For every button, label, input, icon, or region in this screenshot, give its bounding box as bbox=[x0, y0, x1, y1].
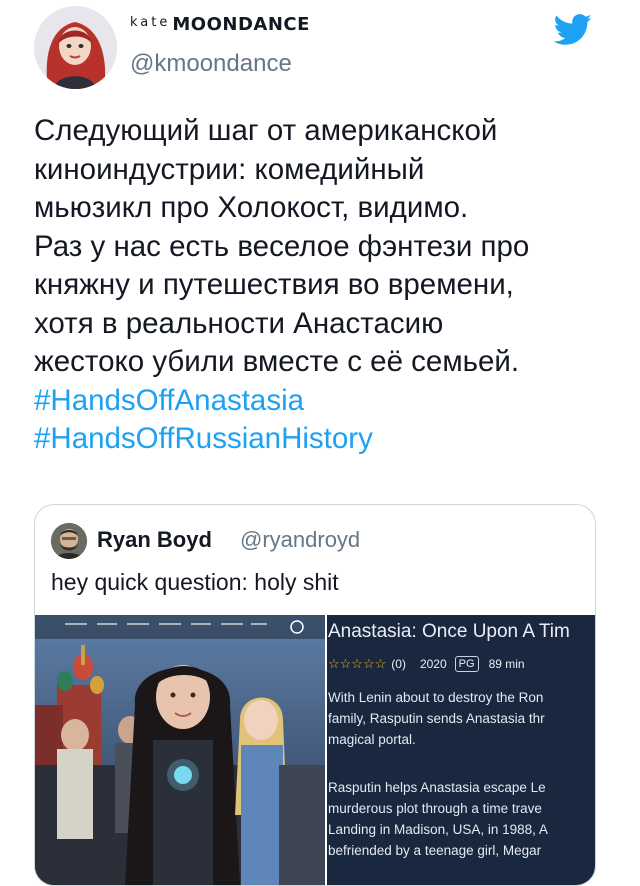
author-avatar[interactable] bbox=[34, 6, 117, 89]
movie-poster-image[interactable] bbox=[35, 615, 325, 885]
movie-description-1: With Lenin about to destroy the Ron fami… bbox=[328, 687, 595, 750]
release-year: 2020 bbox=[419, 657, 447, 671]
quoted-author-name[interactable]: Ryan Boyd bbox=[97, 527, 212, 553]
hashtag-link[interactable]: #HandsOffAnastasia bbox=[34, 382, 614, 421]
movie-description-2: Rasputin helps Anastasia escape Le murde… bbox=[328, 777, 595, 861]
star-rating-icon: ☆☆☆☆☆ bbox=[328, 656, 387, 671]
tweet-line: жестоко убили вместе с её семьей. bbox=[34, 345, 520, 378]
rating-count: (0) bbox=[391, 657, 406, 671]
author-handle[interactable]: @kmoondance bbox=[130, 50, 292, 78]
description-line: family, Rasputin sends Anastasia thr bbox=[328, 711, 545, 726]
description-line: magical portal. bbox=[328, 732, 416, 747]
movie-title[interactable]: Anastasia: Once Upon A Tim bbox=[328, 621, 570, 643]
author-display-name[interactable]: kate MOONDANCE bbox=[130, 14, 310, 35]
rating-badge: PG bbox=[454, 656, 479, 672]
tweet-line: мьюзикл про Холокост, видимо. bbox=[34, 191, 469, 224]
tweet-line: княжну и путешествия во времени, bbox=[34, 268, 514, 301]
movie-meta: ☆☆☆☆☆ (0) 2020 PG 89 min bbox=[328, 655, 525, 673]
tweet-line: киноиндустрии: комедийный bbox=[34, 152, 425, 186]
display-name-main: MOONDANCE bbox=[172, 14, 310, 35]
quoted-tweet[interactable]: Ryan Boyd @ryandroyd hey quick question:… bbox=[34, 504, 596, 886]
quoted-tweet-text: hey quick question: holy shit bbox=[51, 569, 339, 595]
quoted-author-handle[interactable]: @ryandroyd bbox=[240, 527, 360, 553]
quoted-author-avatar[interactable] bbox=[51, 523, 87, 559]
tweet-text: Следующий шаг от американской киноиндуст… bbox=[34, 112, 614, 459]
twitter-bird-icon[interactable] bbox=[553, 14, 593, 46]
description-line: Landing in Madison, USA, in 1988, A bbox=[328, 822, 548, 837]
description-line: With Lenin about to destroy the Ron bbox=[328, 690, 544, 705]
description-line: murderous plot through a time trave bbox=[328, 801, 542, 816]
tweet-line: Следующий шаг от американской bbox=[34, 114, 498, 147]
runtime: 89 min bbox=[488, 657, 525, 671]
display-name-prefix: kate bbox=[130, 15, 171, 30]
tweet-line: хотя в реальности Анастасию bbox=[34, 306, 444, 340]
movie-info-card[interactable]: Anastasia: Once Upon A Tim ☆☆☆☆☆ (0) 202… bbox=[327, 615, 595, 885]
tweet-line: Раз у нас есть веселое фэнтези про bbox=[34, 229, 530, 263]
description-line: befriended by a teenage girl, Megar bbox=[328, 843, 542, 858]
description-line: Rasputin helps Anastasia escape Le bbox=[328, 780, 546, 795]
hashtag-link[interactable]: #HandsOffRussianHistory bbox=[34, 420, 614, 459]
